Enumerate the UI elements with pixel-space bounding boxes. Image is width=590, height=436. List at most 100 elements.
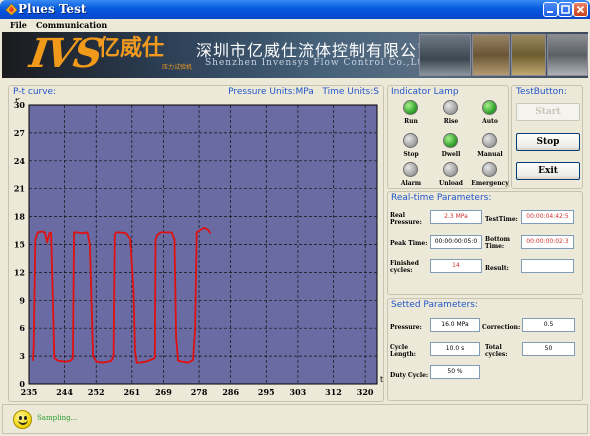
real-pressure-label: Real Pressure: bbox=[390, 212, 422, 226]
menu-communication[interactable]: Communication bbox=[36, 19, 107, 32]
cycle-length-label: Cycle Length: bbox=[390, 344, 416, 358]
lamp-alarm bbox=[403, 162, 418, 177]
realtime-title: Real-time Parameters: bbox=[391, 193, 492, 203]
y-tick-label: 24 bbox=[14, 156, 26, 166]
lamp-dwell bbox=[443, 133, 458, 148]
exit-button[interactable]: Exit bbox=[516, 162, 580, 180]
setted-title: Setted Parameters: bbox=[391, 300, 478, 310]
y-tick-label: 18 bbox=[14, 212, 26, 222]
pressure-input[interactable]: 16.0 MPa bbox=[430, 318, 480, 332]
equipment-photo bbox=[547, 34, 588, 76]
lamp-label-stop: Stop bbox=[403, 151, 419, 158]
lamp-stop bbox=[403, 133, 418, 148]
correction-label: Correction: bbox=[482, 324, 521, 331]
lamp-auto bbox=[482, 100, 497, 115]
lamp-label-manual: Manual bbox=[477, 151, 503, 158]
duty-cycle-label: Duty Cycle: bbox=[390, 372, 429, 379]
y-tick-label: 12 bbox=[14, 267, 25, 277]
test-time-field: 00:00:04:42:5 bbox=[521, 210, 574, 224]
minimize-button[interactable] bbox=[543, 2, 558, 17]
lamp-label-dwell: Dwell bbox=[441, 151, 461, 158]
bottom-time-field: 00:00:00:02:3 bbox=[521, 235, 574, 249]
finished-cycles-label: Finished cycles: bbox=[390, 260, 419, 274]
pt-curve-chart: 036912151821242730235 244 252 261 269 278 286 2… bbox=[14, 95, 383, 397]
y-tick-label: 15 bbox=[14, 240, 25, 250]
close-icon bbox=[576, 5, 585, 14]
x-tick-label: 312 bbox=[325, 387, 342, 397]
realtime-parameters-panel: Real-time Parameters: Real Pressure: 2.3… bbox=[387, 191, 583, 295]
y-tick-label: 3 bbox=[19, 351, 25, 361]
result-field bbox=[521, 259, 574, 273]
pressure-label: Pressure: bbox=[390, 324, 422, 331]
logo-ivs: IVS bbox=[26, 32, 104, 77]
test-button-title: TestButton: bbox=[516, 87, 567, 97]
start-button[interactable]: Start bbox=[516, 103, 580, 121]
x-tick-label: 252 bbox=[88, 387, 105, 397]
maximize-icon bbox=[561, 5, 570, 14]
test-time-label: TestTime: bbox=[485, 216, 518, 223]
result-label: Result: bbox=[485, 265, 509, 272]
lamp-label-unload: Unload bbox=[439, 180, 463, 187]
equipment-photo bbox=[472, 34, 510, 76]
x-tick-label: 286 bbox=[222, 387, 239, 397]
menu-file[interactable]: File bbox=[10, 19, 27, 32]
setted-parameters-panel: Setted Parameters: Pressure: 16.0 MPa Co… bbox=[387, 298, 583, 401]
equipment-photo bbox=[511, 34, 546, 76]
x-tick-label: 320 bbox=[357, 387, 374, 397]
window-title: Plues Test bbox=[18, 2, 87, 16]
stop-button[interactable]: Stop bbox=[516, 133, 580, 151]
finished-cycles-field: 14 bbox=[430, 259, 482, 273]
close-button[interactable] bbox=[573, 2, 588, 17]
peak-time-field: 00:00:00:05:0 bbox=[430, 235, 482, 249]
test-button-panel: TestButton: Start Stop Exit bbox=[511, 85, 583, 189]
lamp-unload bbox=[443, 162, 458, 177]
bottom-time-label: Bottom Time: bbox=[485, 236, 510, 250]
lamp-emergency bbox=[482, 162, 497, 177]
logo-subtitle: 压力试验机 bbox=[162, 64, 193, 71]
x-axis-label: t bbox=[380, 375, 383, 384]
y-tick-label: 21 bbox=[14, 184, 25, 194]
lamp-label-auto: Auto bbox=[482, 118, 498, 125]
indicator-lamp-title: Indicator Lamp bbox=[391, 87, 459, 97]
indicator-lamp-panel: Indicator Lamp Run Rise Auto Stop Dwell Manua… bbox=[387, 85, 509, 189]
x-tick-label: 235 bbox=[21, 387, 38, 397]
x-tick-label: 303 bbox=[290, 387, 307, 397]
x-tick-label: 244 bbox=[56, 387, 73, 397]
lamp-run bbox=[403, 100, 418, 115]
lamp-label-emergency: Emergency bbox=[471, 180, 509, 187]
lamp-rise bbox=[443, 100, 458, 115]
app-icon bbox=[5, 3, 18, 16]
duty-cycle-input[interactable]: 50 % bbox=[430, 365, 480, 379]
equipment-photo bbox=[419, 34, 471, 76]
x-tick-label: 269 bbox=[155, 387, 172, 397]
total-cycles-label: Total cycles: bbox=[485, 344, 508, 358]
lamp-manual bbox=[482, 133, 497, 148]
units-label: Pressure Units:MPa Time Units:S bbox=[228, 87, 379, 97]
minimize-icon bbox=[547, 11, 553, 13]
lamp-label-alarm: Alarm bbox=[400, 180, 422, 187]
menu-bar: File Communication bbox=[0, 19, 590, 32]
pt-curve-header: P-t curve: Pressure Units:MPa Time Units… bbox=[9, 86, 383, 98]
x-tick-label: 278 bbox=[191, 387, 208, 397]
company-banner: IVS 亿威仕 压力试验机 深圳市亿威仕流体控制有限公司 Shenzhen In… bbox=[2, 32, 588, 78]
real-pressure-field: 2.3 MPa bbox=[430, 210, 482, 224]
logo-chinese: 亿威仕 bbox=[98, 36, 165, 61]
status-bar: Sampling... bbox=[2, 404, 588, 434]
lamp-label-rise: Rise bbox=[443, 118, 459, 125]
cycle-length-input[interactable]: 10.0 s bbox=[430, 342, 480, 356]
y-tick-label: 27 bbox=[14, 128, 25, 138]
total-cycles-input[interactable]: 50 bbox=[522, 342, 575, 356]
smiley-icon bbox=[13, 410, 32, 429]
company-name-english: Shenzhen Invensys Flow Control Co.,Ltd bbox=[205, 58, 429, 68]
x-tick-label: 295 bbox=[258, 387, 275, 397]
maximize-button[interactable] bbox=[558, 2, 573, 17]
y-tick-label: 6 bbox=[19, 323, 25, 333]
status-text: Sampling... bbox=[37, 414, 78, 422]
lamp-label-run: Run bbox=[404, 118, 418, 125]
y-tick-label: 9 bbox=[19, 295, 25, 305]
correction-input[interactable]: 0.5 bbox=[522, 318, 575, 332]
pt-curve-title: P-t curve: bbox=[13, 87, 57, 97]
pt-curve-panel: 0 3 6 9 12 15 18 21 24 27 30 235 244 252 261 269 278 286 2… bbox=[8, 85, 384, 402]
peak-time-label: Peak Time: bbox=[390, 240, 428, 247]
x-tick-label: 261 bbox=[123, 387, 140, 397]
